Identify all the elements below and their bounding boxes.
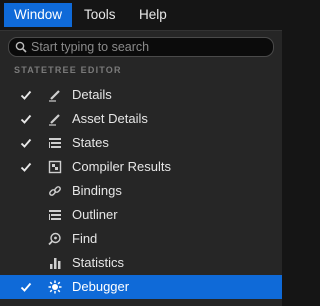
menu-item-label: States bbox=[72, 135, 109, 150]
list-icon bbox=[49, 210, 61, 220]
link-icon bbox=[49, 186, 61, 196]
menu-item-states[interactable]: States bbox=[0, 131, 282, 155]
compiler-icon bbox=[48, 160, 62, 174]
menu-window[interactable]: Window bbox=[4, 3, 73, 27]
pencil-icon bbox=[49, 114, 60, 126]
menu-tools[interactable]: Tools bbox=[74, 3, 126, 27]
menu-item-debugger[interactable]: Debugger bbox=[0, 275, 282, 299]
find-icon bbox=[48, 232, 61, 246]
check-icon bbox=[20, 90, 32, 100]
search-icon bbox=[15, 41, 27, 53]
check-icon bbox=[20, 114, 32, 124]
menu-item-bindings[interactable]: Bindings bbox=[0, 179, 282, 203]
menu-item-find[interactable]: Find bbox=[0, 227, 282, 251]
list-icon bbox=[49, 138, 61, 148]
menu-item-label: Outliner bbox=[72, 207, 118, 222]
menu-item-details[interactable]: Details bbox=[0, 83, 282, 107]
menu-item-label: Debugger bbox=[72, 279, 130, 294]
section-title: STATETREE EDITOR bbox=[14, 65, 122, 75]
check-icon bbox=[20, 162, 32, 172]
menu-item-label: Compiler Results bbox=[72, 159, 171, 174]
menu-help[interactable]: Help bbox=[129, 3, 177, 27]
window-dropdown-menu: STATETREE EDITOR Details Asset Details bbox=[0, 30, 282, 306]
check-icon bbox=[20, 138, 32, 148]
debugger-icon bbox=[48, 280, 62, 294]
menu-item-label: Find bbox=[72, 231, 98, 246]
menu-item-outliner[interactable]: Outliner bbox=[0, 203, 282, 227]
menu-item-label: Asset Details bbox=[72, 111, 148, 126]
pencil-icon bbox=[49, 90, 60, 102]
menu-item-statistics[interactable]: Statistics bbox=[0, 251, 282, 275]
menu-item-asset-details[interactable]: Asset Details bbox=[0, 107, 282, 131]
search-input[interactable] bbox=[31, 38, 267, 56]
check-icon bbox=[20, 282, 32, 292]
menu-item-compiler-results[interactable]: Compiler Results bbox=[0, 155, 282, 179]
menu-item-label: Details bbox=[72, 87, 112, 102]
bar-chart-icon bbox=[50, 258, 61, 269]
search-box[interactable] bbox=[8, 37, 274, 57]
menu-item-label: Bindings bbox=[72, 183, 122, 198]
menu-bar: Window Tools Help bbox=[0, 0, 282, 30]
menu-item-label: Statistics bbox=[72, 255, 125, 270]
